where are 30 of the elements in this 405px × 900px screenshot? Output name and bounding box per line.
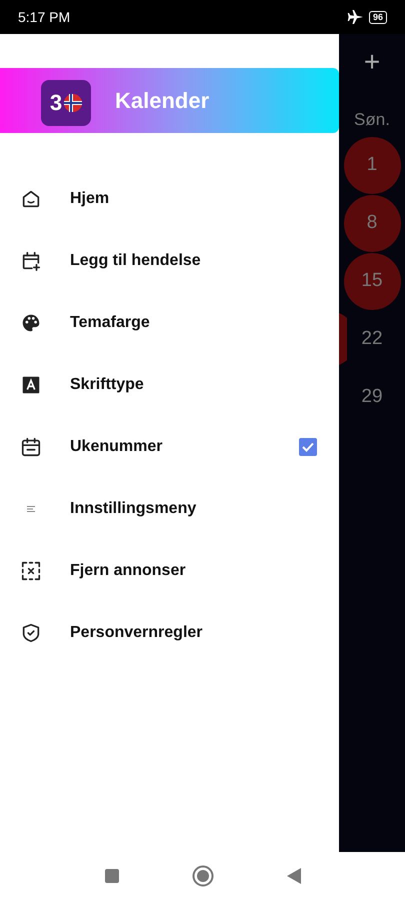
airplane-icon	[346, 10, 363, 24]
battery-level: 96	[368, 10, 387, 24]
status-time: 5:17 PM	[18, 9, 70, 25]
menu-item[interactable]: Fjern annonser	[0, 540, 339, 602]
menu-item[interactable]: Ukenummer	[0, 416, 339, 478]
app-title: Kalender	[115, 88, 210, 114]
calendar-add-icon	[20, 250, 42, 272]
day-cell[interactable]: 22	[344, 310, 400, 368]
day-highlight	[339, 310, 347, 368]
font-icon	[20, 374, 42, 396]
menu-item[interactable]: Innstillingsmeny	[0, 478, 339, 540]
checkbox[interactable]	[299, 438, 317, 456]
menu-item[interactable]: Temafarge	[0, 292, 339, 354]
shield-icon	[20, 622, 42, 644]
app-logo: 3	[41, 80, 91, 126]
menu-item[interactable]: Personvernregler	[0, 602, 339, 664]
home-button-icon[interactable]	[192, 865, 214, 887]
weekday-header: Søn.	[354, 110, 390, 130]
recents-icon[interactable]	[104, 868, 120, 884]
day-cell[interactable]: 29	[344, 368, 400, 426]
close-icon	[20, 560, 42, 582]
add-button[interactable]: +	[364, 48, 380, 76]
palette-icon	[20, 312, 42, 334]
home-icon	[20, 188, 42, 210]
menu-item[interactable]: Skrifttype	[0, 354, 339, 416]
calendar-icon	[20, 436, 42, 458]
menu-item[interactable]: Legg til hendelse	[0, 230, 339, 292]
back-icon[interactable]	[286, 867, 302, 885]
menu-icon	[26, 506, 36, 512]
menu-item[interactable]: Hjem	[0, 168, 339, 230]
